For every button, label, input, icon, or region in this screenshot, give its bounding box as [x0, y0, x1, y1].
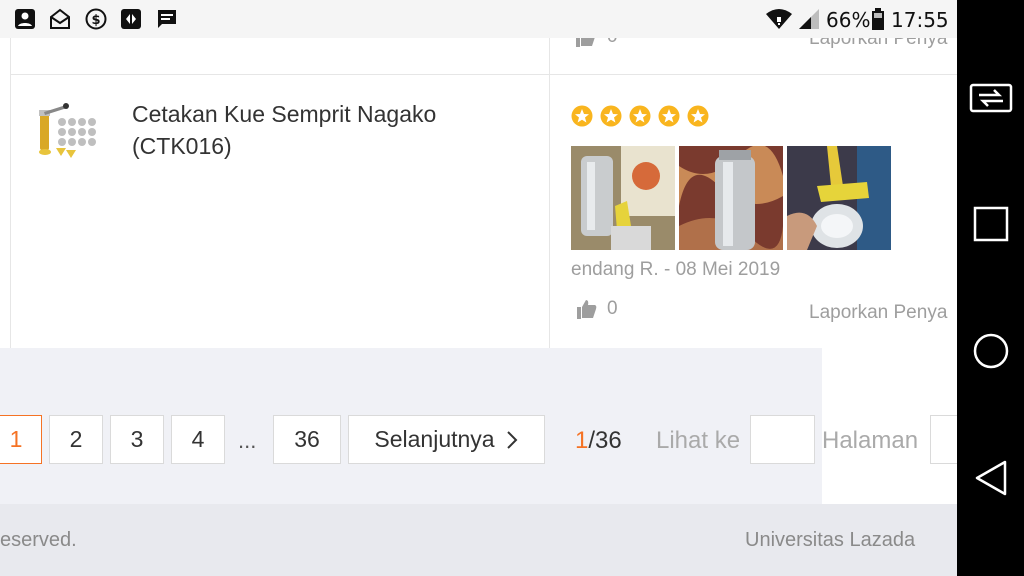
total-pages: /36: [588, 427, 622, 454]
review-photo[interactable]: [679, 146, 783, 250]
copyright-text: eserved.: [0, 529, 77, 551]
rating-stars: [571, 105, 716, 132]
switch-sim-icon: [969, 83, 1012, 113]
dollar-icon: $: [85, 8, 107, 30]
battery-icon: [872, 8, 884, 30]
pagination: 1 2 3 4 ... 36 Selanjutnya 1/36 Lihat ke: [0, 348, 822, 504]
home-circle-icon: [973, 333, 1008, 369]
app-badge-icon: [121, 9, 141, 29]
page-label: Halaman: [822, 427, 919, 454]
product-name[interactable]: Cetakan Kue Semprit Nagako (CTK016): [132, 98, 532, 162]
page-button-4[interactable]: 4: [171, 415, 225, 464]
star-icon: [658, 105, 680, 127]
back-triangle-icon: [975, 460, 1006, 496]
review-photo[interactable]: [571, 146, 675, 250]
svg-text:$: $: [91, 13, 100, 28]
back-button[interactable]: [957, 448, 1024, 508]
reviewer-info: endang R. - 08 Mei 2019: [571, 259, 781, 280]
goto-page-input[interactable]: [750, 415, 815, 464]
mail-open-icon: [50, 8, 70, 29]
current-page: 1: [575, 427, 589, 454]
wifi-icon: [766, 9, 792, 29]
recents-button[interactable]: [957, 194, 1024, 254]
page-button-3[interactable]: 3: [110, 415, 164, 464]
star-icon: [687, 105, 709, 127]
cellular-signal-icon: [799, 9, 819, 29]
screen: $ 66% 17:55 0 Laporkan Penya Laporkan Pe…: [0, 0, 1024, 576]
review-panel: 0 Laporkan Penya Laporkan Penya Cetakan …: [0, 38, 957, 348]
chevron-right-icon: [506, 430, 518, 449]
recents-square-icon: [973, 206, 1008, 242]
star-icon: [571, 105, 593, 127]
message-icon: [158, 10, 176, 28]
next-page-label: Selanjutnya: [374, 426, 495, 452]
page-button-1[interactable]: 1: [0, 415, 42, 464]
page-button-last[interactable]: 36: [273, 415, 341, 464]
page-counter: 1/36: [575, 427, 622, 455]
review-photo[interactable]: [787, 146, 891, 250]
pagination-extension: Halaman: [822, 348, 970, 504]
footer: eserved. Universitas Lazada: [0, 504, 957, 576]
thumbs-up-icon[interactable]: [574, 38, 596, 48]
like-count: 0: [607, 38, 618, 48]
navigation-bar: [957, 0, 1024, 576]
footer-link[interactable]: Universitas Lazada: [745, 529, 915, 552]
like-count: 0: [607, 298, 618, 319]
report-link[interactable]: Laporkan Penya: [809, 302, 947, 324]
next-page-button[interactable]: Selanjutnya: [348, 415, 545, 464]
thumbs-up-icon[interactable]: [575, 298, 597, 320]
page-button-2[interactable]: 2: [49, 415, 103, 464]
report-link[interactable]: Laporkan Penya: [809, 38, 947, 50]
goto-label: Lihat ke: [656, 427, 741, 454]
home-button[interactable]: [957, 321, 1024, 381]
contact-card-icon: [15, 9, 35, 29]
divider: [10, 38, 11, 348]
product-thumbnail[interactable]: [36, 102, 104, 166]
star-icon: [629, 105, 651, 127]
battery-percent: 66%: [826, 8, 871, 32]
status-bar: $ 66% 17:55: [0, 0, 957, 38]
page-ellipsis: ...: [238, 428, 257, 453]
switch-sim-button[interactable]: [957, 68, 1024, 128]
star-icon: [600, 105, 622, 127]
clock: 17:55: [891, 8, 949, 32]
